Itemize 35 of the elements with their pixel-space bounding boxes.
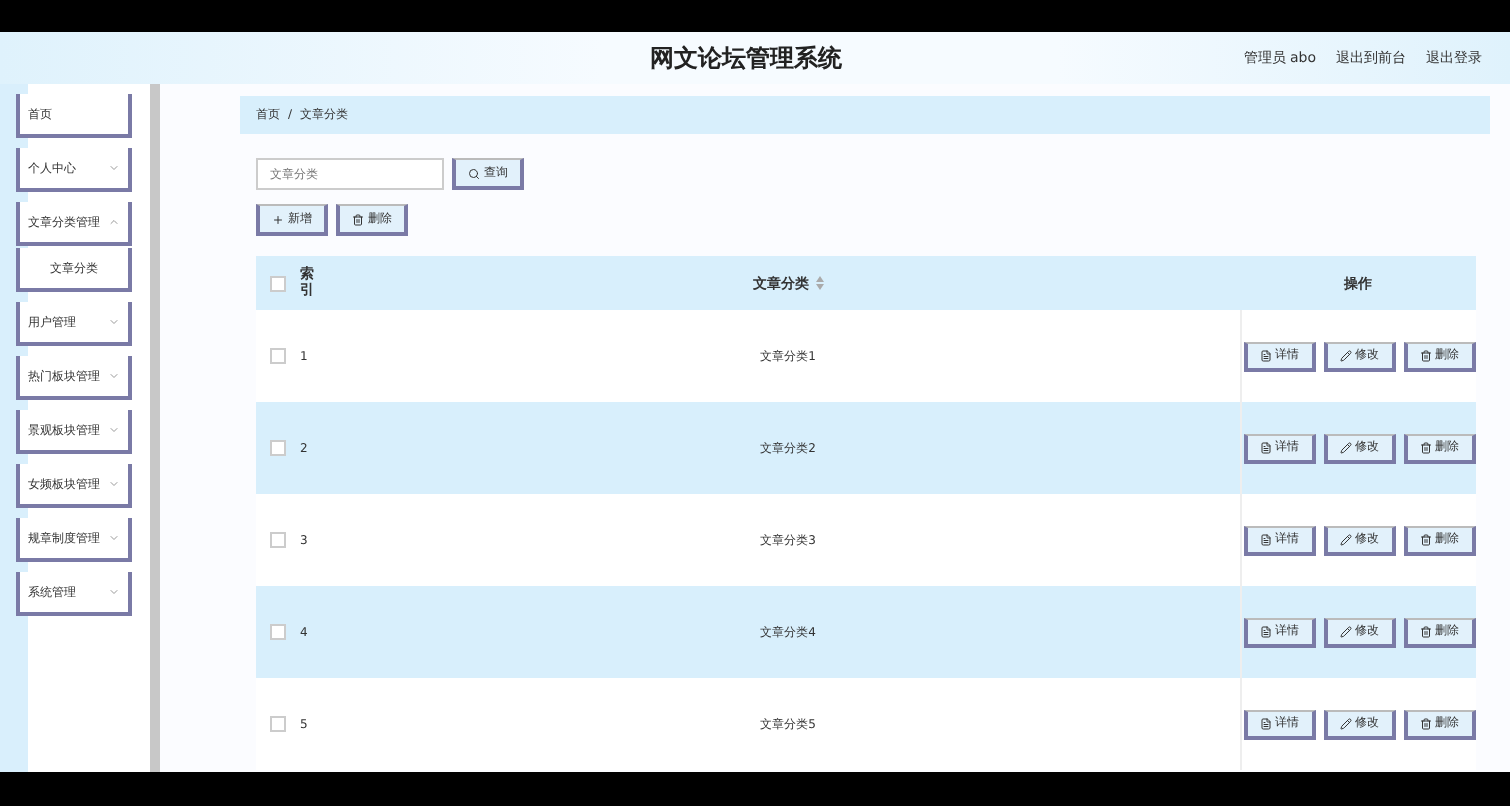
document-icon: [1259, 349, 1271, 361]
row-checkbox[interactable]: [270, 624, 286, 640]
trash-icon: [1419, 533, 1431, 545]
row-checkbox[interactable]: [270, 440, 286, 456]
chevron-icon: [108, 424, 120, 436]
document-icon: [1259, 441, 1271, 453]
pencil-icon: [1339, 533, 1351, 545]
sort-icon[interactable]: [815, 276, 823, 290]
pencil-icon: [1339, 717, 1351, 729]
chevron-icon: [108, 216, 120, 228]
trash-icon: [1419, 625, 1431, 637]
select-all-checkbox[interactable]: [270, 275, 286, 291]
row-checkbox[interactable]: [270, 532, 286, 548]
chevron-icon: [108, 586, 120, 598]
chevron-icon: [108, 532, 120, 544]
pencil-icon: [1339, 625, 1351, 637]
trash-icon: [1419, 717, 1431, 729]
document-icon: [1259, 533, 1271, 545]
app-title: 网文论坛管理系统: [647, 41, 844, 75]
chevron-icon: [108, 162, 120, 174]
trash-icon: [1419, 349, 1431, 361]
chevron-icon: [108, 478, 120, 490]
row-checkbox[interactable]: [270, 716, 286, 732]
pencil-icon: [1339, 349, 1351, 361]
pencil-icon: [1339, 441, 1351, 453]
document-icon: [1259, 625, 1271, 637]
document-icon: [1259, 717, 1271, 729]
trash-icon: [352, 213, 364, 225]
chevron-icon: [108, 370, 120, 382]
plus-icon: [272, 213, 284, 225]
chevron-icon: [108, 316, 120, 328]
search-icon: [468, 167, 480, 179]
row-checkbox[interactable]: [270, 348, 286, 364]
trash-icon: [1419, 441, 1431, 453]
scrollbar[interactable]: [150, 84, 160, 772]
